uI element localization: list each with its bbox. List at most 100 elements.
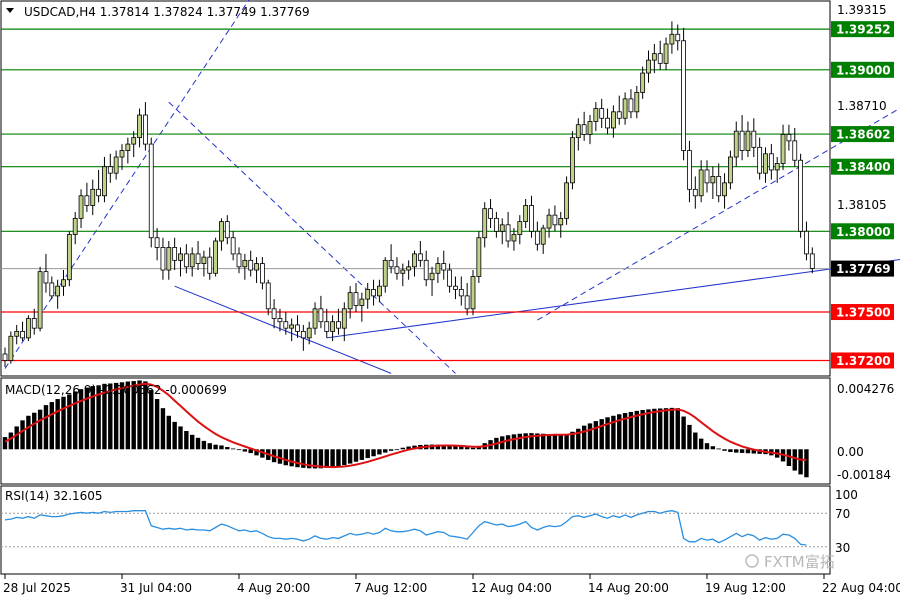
level-price-tag-label: 1.39252 [836,23,891,37]
macd-histogram-bar [599,419,604,450]
candle-body [172,247,178,261]
macd-axis: 0.004276 0.00 -0.00184 [837,382,894,482]
macd-histogram-bar [55,399,60,450]
candle-body [8,335,14,361]
macd-histogram-bar [593,421,599,450]
candle-body [107,166,113,174]
macd-histogram-bar [154,399,160,450]
macd-histogram-bar [2,437,8,450]
price-pane[interactable]: USDCAD,H4 1.37814 1.37824 1.37749 1.3776… [0,0,900,377]
candle-body [242,259,248,268]
price-tick-label: 1.39315 [837,3,887,17]
candle-body [2,353,8,361]
candle-body [488,208,493,219]
candle-body [330,321,336,332]
candle-body [66,234,72,281]
candle-body [716,175,722,197]
candle-body [43,271,49,284]
candle-body [213,240,219,274]
candle-body [84,195,90,206]
macd-histogram-bar [230,448,236,450]
macd-tick-label: 0.00 [837,445,864,459]
candle-body [476,237,482,277]
time-tick-label: 28 Jul 2025 [3,581,71,595]
candle-body [353,292,359,306]
macd-tick-label: 0.004276 [837,382,894,396]
candle-body [195,253,201,264]
candle-body [219,221,224,242]
candle-body [324,321,330,332]
candle-body [605,117,610,129]
macd-histogram-bar [546,434,552,450]
candle-body [254,263,259,271]
candle-body [663,43,669,64]
candle-body [774,163,780,171]
macd-label: MACD(12,26,9) -0.000562 -0.000699 [5,383,227,397]
macd-histogram-bar [149,389,154,450]
candle-body [429,272,435,281]
candle-body [61,279,66,287]
level-price-tag-label: 1.37200 [836,354,891,368]
macd-histogram-bar [32,412,37,450]
macd-histogram-bar [172,421,177,450]
rsi-axis: 100 70 30 [835,488,858,555]
macd-histogram-bar [8,432,14,450]
macd-histogram-bar [523,433,528,450]
level-price-tag-label: 1.37500 [836,306,891,320]
candle-body [388,259,394,268]
macd-pane[interactable]: MACD(12,26,9) -0.000562 -0.000699 [0,377,831,485]
candle-body [499,224,505,232]
candle-body [382,259,388,287]
candle-body [259,263,265,284]
macd-histogram-bar [213,444,218,450]
macd-histogram-bar [219,445,224,450]
candle-body [529,205,534,232]
macd-histogram-bar [342,449,347,466]
chart-title: USDCAD,H4 1.37814 1.37824 1.37749 1.3776… [24,5,310,19]
level-price-tag-label: 1.38000 [836,225,891,239]
candle-body [78,195,84,219]
macd-histogram-bar [704,443,710,450]
candle-body [137,114,142,139]
candle-body [493,217,499,232]
candle-body [400,269,406,274]
macd-histogram-bar [470,447,476,450]
macd-histogram-bar [207,443,212,450]
current-price-tag: 1.37769 [831,260,894,277]
candle-body [417,253,423,261]
macd-histogram-bar [201,440,207,450]
candle-body [634,92,640,113]
level-price-tag-label: 1.39000 [836,63,891,77]
macd-histogram-bar [669,407,675,450]
candle-body [423,259,429,281]
candle-body [31,318,37,329]
candle-body [804,230,809,255]
candle-body [230,237,236,255]
candle-body [792,140,798,161]
candle-body [687,150,692,190]
candle-body [447,269,453,287]
candle-body [482,208,488,239]
candle-body [780,134,786,164]
candle-body [248,259,254,271]
rsi-tick-label: 100 [835,488,858,502]
candle-body [809,253,815,269]
candle-body [102,166,107,197]
candle-body [669,33,675,45]
candle-body [371,289,376,297]
time-tick-label: 14 Aug 20:00 [588,581,669,595]
rsi-pane[interactable]: RSI(14) 32.1605 [0,485,831,575]
candle-body [611,111,616,129]
macd-histogram-bar [388,449,394,451]
candle-body [166,247,172,271]
macd-histogram-bar [295,449,300,468]
macd-histogram-bar [693,432,698,450]
time-tick-label: 4 Aug 20:00 [237,581,310,595]
candle-body [236,253,242,268]
time-tick-label: 22 Aug 04:00 [822,581,900,595]
candle-body [728,156,733,184]
macd-histogram-bar [792,449,797,471]
candle-body [300,331,306,339]
candle-body [148,143,154,239]
macd-histogram-bar [242,449,248,452]
